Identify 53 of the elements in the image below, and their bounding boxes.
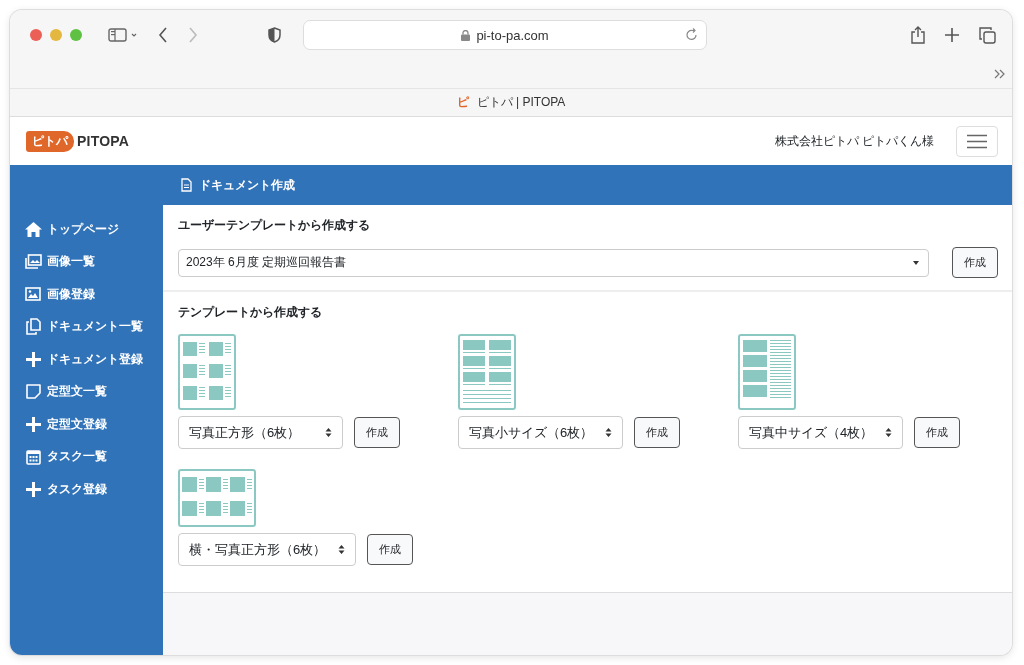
sidebar-item[interactable]: 定型文一覧 [10, 375, 163, 408]
template-select[interactable]: 写真中サイズ（4枚） [738, 416, 904, 449]
create-button[interactable]: 作成 [354, 417, 400, 448]
user-template-select[interactable]: 2023年 6月度 定期巡回報告書 [178, 248, 929, 277]
updown-caret-icon [885, 428, 893, 437]
tabs-overview-icon[interactable] [979, 26, 996, 44]
document-icon [181, 178, 192, 192]
create-button[interactable]: 作成 [952, 247, 998, 278]
note-icon [25, 384, 41, 400]
page-title: ドキュメント作成 [199, 176, 295, 194]
image-icon [25, 287, 41, 302]
updown-caret-icon [605, 428, 613, 437]
sidebar-item[interactable]: ドキュメント登録 [10, 343, 163, 376]
create-button[interactable]: 作成 [634, 417, 681, 448]
sidebar-item[interactable]: 定型文登録 [10, 408, 163, 441]
create-button[interactable]: 作成 [914, 417, 961, 448]
shield-icon[interactable] [268, 27, 281, 43]
template-select[interactable]: 写真小サイズ（6枚） [458, 416, 624, 449]
sidebar-toggle-icon[interactable] [108, 28, 138, 42]
back-icon[interactable] [158, 27, 168, 43]
sidebar-item[interactable]: 画像一覧 [10, 245, 163, 278]
address-bar[interactable]: pi-to-pa.com [303, 20, 707, 50]
browser-tab[interactable]: ピ ピトパ | PITOPA [10, 88, 1012, 117]
calendar-icon [25, 448, 41, 465]
plus-icon [25, 481, 41, 497]
logo-text[interactable]: PITOPA [77, 133, 130, 149]
home-icon [24, 221, 42, 237]
lock-icon [461, 29, 471, 41]
sidebar-item[interactable]: タスク一覧 [10, 440, 163, 473]
section-heading: ユーザーテンプレートから作成する [178, 217, 371, 234]
updown-caret-icon [325, 428, 332, 437]
sidebar-item[interactable]: タスク登録 [10, 473, 163, 506]
template-select[interactable]: 横・写真正方形（6枚） [178, 533, 357, 566]
new-tab-icon[interactable] [945, 28, 959, 42]
template-select[interactable]: 写真正方形（6枚） [178, 416, 343, 449]
share-icon[interactable] [911, 26, 925, 44]
menu-button[interactable] [956, 125, 998, 157]
sidebar-item[interactable]: 画像登録 [10, 278, 163, 311]
copy-icon [25, 318, 41, 336]
sidebar-item[interactable]: ドキュメント一覧 [10, 310, 163, 343]
more-chevron-icon[interactable] [994, 69, 1006, 79]
caret-icon [913, 260, 919, 265]
user-name: 株式会社ピトパ ピトパくん様 [774, 132, 934, 150]
section-heading: テンプレートから作成する [178, 304, 323, 321]
close-window-button[interactable] [30, 29, 42, 41]
reload-icon[interactable] [686, 28, 698, 41]
sidebar-item[interactable]: トップページ [10, 213, 163, 246]
updown-caret-icon [338, 545, 346, 554]
images-icon [24, 254, 42, 270]
menu-icon [967, 133, 987, 149]
create-button[interactable]: 作成 [367, 534, 414, 565]
plus-icon [25, 351, 41, 367]
plus-icon [25, 416, 41, 432]
